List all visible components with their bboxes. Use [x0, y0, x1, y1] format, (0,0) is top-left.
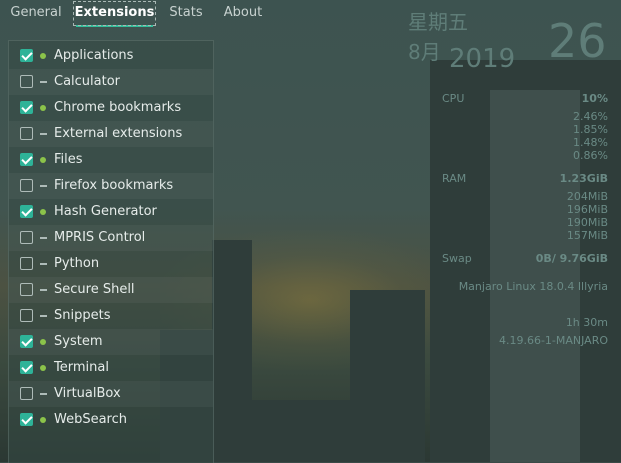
extension-name: WebSearch — [54, 412, 128, 427]
extension-name: Secure Shell — [54, 282, 135, 297]
extension-row-mpris-control[interactable]: MPRIS Control — [9, 225, 213, 251]
extension-name: System — [54, 334, 103, 349]
status-disabled-dash-icon — [40, 315, 47, 317]
status-disabled-dash-icon — [40, 263, 47, 265]
extension-name: VirtualBox — [54, 386, 121, 401]
extension-enabled-checkbox[interactable] — [20, 283, 33, 296]
extension-name: Snippets — [54, 308, 111, 323]
extension-enabled-checkbox[interactable] — [20, 101, 33, 114]
extension-enabled-checkbox[interactable] — [20, 231, 33, 244]
tab-stats[interactable]: Stats — [162, 0, 210, 26]
extension-enabled-checkbox[interactable] — [20, 153, 33, 166]
extension-enabled-checkbox[interactable] — [20, 413, 33, 426]
status-enabled-dot-icon — [40, 209, 46, 215]
extension-enabled-checkbox[interactable] — [20, 49, 33, 62]
extension-name: Calculator — [54, 74, 121, 89]
extension-enabled-checkbox[interactable] — [20, 179, 33, 192]
extension-enabled-checkbox[interactable] — [20, 309, 33, 322]
extension-enabled-checkbox[interactable] — [20, 75, 33, 88]
status-enabled-dot-icon — [40, 417, 46, 423]
extension-enabled-checkbox[interactable] — [20, 387, 33, 400]
extension-enabled-checkbox[interactable] — [20, 257, 33, 270]
extension-name: Firefox bookmarks — [54, 178, 174, 193]
extension-enabled-checkbox[interactable] — [20, 361, 33, 374]
extension-row-terminal[interactable]: Terminal — [9, 355, 213, 381]
extension-row-python[interactable]: Python — [9, 251, 213, 277]
extension-row-firefox-bookmarks[interactable]: Firefox bookmarks — [9, 173, 213, 199]
extension-enabled-checkbox[interactable] — [20, 127, 33, 140]
status-disabled-dash-icon — [40, 237, 47, 239]
tab-about[interactable]: About — [218, 0, 268, 26]
extension-row-applications[interactable]: Applications — [9, 43, 213, 69]
extension-name: MPRIS Control — [54, 230, 146, 245]
extension-enabled-checkbox[interactable] — [20, 205, 33, 218]
extension-name: Chrome bookmarks — [54, 100, 182, 115]
extension-name: External extensions — [54, 126, 183, 141]
status-enabled-dot-icon — [40, 365, 46, 371]
extension-row-external-extensions[interactable]: External extensions — [9, 121, 213, 147]
extension-name: Hash Generator — [54, 204, 157, 219]
extension-name: Files — [54, 152, 83, 167]
settings-dialog: General Extensions Stats About Applicati… — [0, 0, 621, 463]
extension-row-virtualbox[interactable]: VirtualBox — [9, 381, 213, 407]
status-disabled-dash-icon — [40, 81, 47, 83]
status-disabled-dash-icon — [40, 393, 47, 395]
tab-extensions[interactable]: Extensions — [74, 0, 155, 27]
extension-row-secure-shell[interactable]: Secure Shell — [9, 277, 213, 303]
extension-name: Applications — [54, 48, 134, 63]
status-disabled-dash-icon — [40, 133, 47, 135]
extension-row-websearch[interactable]: WebSearch — [9, 407, 213, 433]
extension-enabled-checkbox[interactable] — [20, 335, 33, 348]
status-enabled-dot-icon — [40, 105, 46, 111]
extension-row-calculator[interactable]: Calculator — [9, 69, 213, 95]
status-enabled-dot-icon — [40, 157, 46, 163]
status-disabled-dash-icon — [40, 289, 47, 291]
status-disabled-dash-icon — [40, 185, 47, 187]
extension-row-hash-generator[interactable]: Hash Generator — [9, 199, 213, 225]
extension-row-snippets[interactable]: Snippets — [9, 303, 213, 329]
tab-bar: General Extensions Stats About — [0, 0, 621, 28]
status-enabled-dot-icon — [40, 339, 46, 345]
tab-general[interactable]: General — [4, 0, 68, 26]
extensions-list: Applications Calculator Chrome bookmarks… — [8, 40, 214, 463]
extension-name: Python — [54, 256, 100, 271]
status-enabled-dot-icon — [40, 53, 46, 59]
extension-name: Terminal — [54, 360, 109, 375]
extension-row-chrome-bookmarks[interactable]: Chrome bookmarks — [9, 95, 213, 121]
extension-row-files[interactable]: Files — [9, 147, 213, 173]
extension-row-system[interactable]: System — [9, 329, 213, 355]
